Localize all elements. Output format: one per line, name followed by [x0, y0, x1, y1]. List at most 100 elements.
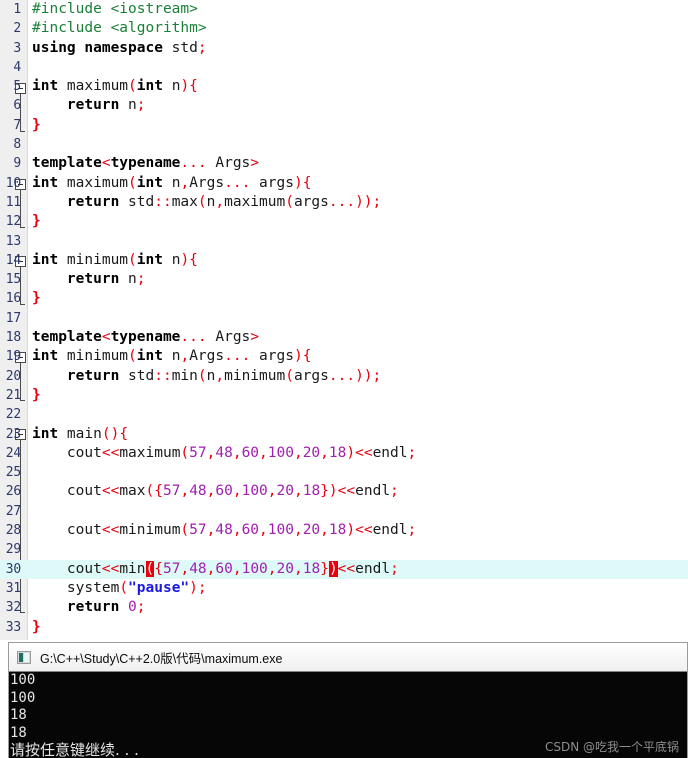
line-number: 28 — [5, 523, 21, 539]
code-line: 17 — [0, 309, 688, 328]
line-number: 20 — [5, 368, 21, 384]
code-line: 2 #include <algorithm> — [0, 19, 688, 38]
line-number: 19 — [5, 349, 21, 365]
line-number: 2 — [13, 21, 21, 37]
line-content: } — [32, 213, 41, 230]
line-content: using namespace std; — [32, 39, 207, 56]
line-number: 18 — [5, 330, 21, 346]
line-number: 1 — [13, 2, 21, 17]
code-line: 25 — [0, 463, 688, 482]
line-number: 31 — [5, 580, 21, 596]
line-content: #include <algorithm> — [32, 20, 207, 37]
line-content: } — [32, 386, 41, 403]
code-line: 31 system("pause"); — [0, 579, 688, 598]
line-number: 8 — [13, 137, 21, 153]
bracket-match-close: ) — [328, 560, 338, 577]
line-number: 23 — [5, 426, 21, 442]
screenshot-root: 1 #include <iostream> 2 #include <algorith… — [0, 0, 688, 758]
code-line: 21} — [0, 386, 688, 405]
code-line: 26 cout<<max({57,48,60,100,20,18})<<endl… — [0, 482, 688, 501]
console-title-text: G:\C++\Study\C++2.0版\代码\maximum.exe — [40, 651, 283, 666]
console-output[interactable]: 100 100 18 18 请按任意键继续. . . CSDN @吃我一个平底锅 — [9, 672, 687, 758]
line-content: int minimum(int n,Args... args){ — [32, 348, 312, 365]
code-lines[interactable]: 1 #include <iostream> 2 #include <algorith… — [0, 0, 688, 640]
line-number: 33 — [5, 619, 21, 635]
code-line: 28 cout<<minimum(57,48,60,100,20,18)<<en… — [0, 521, 688, 540]
code-line: 10 int maximum(int n,Args... args){ — [0, 174, 688, 193]
code-line: 23 int main(){ — [0, 425, 688, 444]
line-content: cout<<maximum(57,48,60,100,20,18)<<endl; — [32, 444, 417, 461]
csdn-watermark: CSDN @吃我一个平底锅 — [544, 740, 679, 754]
code-line: 14 int minimum(int n){ — [0, 251, 688, 270]
line-number: 24 — [5, 445, 21, 461]
line-number: 25 — [5, 465, 21, 481]
line-number: 16 — [5, 291, 21, 307]
line-number: 6 — [13, 98, 21, 114]
code-line: 15 return n; — [0, 270, 688, 289]
line-content: cout<<minimum(57,48,60,100,20,18)<<endl; — [32, 522, 417, 539]
console-title-bar[interactable]: G:\C++\Study\C++2.0版\代码\maximum.exe — [9, 643, 687, 672]
line-content: template<typename... Args> — [32, 155, 260, 172]
code-line: 8 — [0, 135, 688, 154]
line-content: template<typename... Args> — [32, 329, 260, 346]
code-line: 3 using namespace std; — [0, 39, 688, 58]
code-line: 22 — [0, 405, 688, 424]
code-line: 16} — [0, 289, 688, 308]
line-number: 14 — [5, 252, 21, 268]
line-content: } — [32, 116, 41, 133]
line-content: int minimum(int n){ — [32, 251, 198, 268]
line-number: 5 — [13, 79, 21, 95]
line-number: 9 — [13, 156, 21, 172]
console-output-line: 18 — [10, 707, 27, 723]
code-editor[interactable]: 1 #include <iostream> 2 #include <algorith… — [0, 0, 688, 640]
line-number: 30 — [5, 561, 21, 577]
code-line: 24 cout<<maximum(57,48,60,100,20,18)<<en… — [0, 444, 688, 463]
console-output-line: 100 — [10, 689, 36, 706]
line-number: 13 — [5, 233, 21, 249]
console-app-icon — [17, 650, 31, 664]
code-line: 9 template<typename... Args> — [0, 154, 688, 173]
editor-background-sliver — [0, 642, 8, 758]
line-content: return std::max(n,maximum(args...)); — [66, 193, 382, 210]
line-number: 15 — [5, 272, 21, 288]
line-content: } — [32, 290, 41, 307]
line-number: 11 — [5, 194, 21, 210]
code-line: 5 int maximum(int n){ — [0, 77, 688, 96]
code-line: 32 return 0; — [0, 598, 688, 617]
line-content: int main(){ — [32, 425, 129, 442]
code-line: 18 template<typename... Args> — [0, 328, 688, 347]
console-output-line: 100 — [10, 672, 36, 688]
code-line: 29 — [0, 540, 688, 559]
code-line: 11 return std::max(n,maximum(args...)); — [0, 193, 688, 212]
code-line-active[interactable]: 30 cout<<min({57,48,60,100,20,18})<<endl… — [0, 559, 688, 579]
line-number: 26 — [5, 484, 21, 500]
line-number: 32 — [5, 600, 21, 616]
line-number: 27 — [5, 503, 21, 519]
code-line: 1 #include <iostream> — [0, 0, 688, 19]
line-number: 3 — [13, 40, 21, 56]
code-line: 4 — [0, 58, 688, 77]
line-content: return std::min(n,minimum(args...)); — [66, 367, 382, 384]
line-content: system("pause"); — [32, 579, 207, 596]
line-number: 17 — [5, 310, 21, 326]
line-content: int maximum(int n,Args... args){ — [32, 174, 312, 191]
code-line: 13 — [0, 232, 688, 251]
line-content: return n; — [66, 97, 146, 114]
bracket-match-open: ( — [145, 560, 155, 577]
line-content: cout<<max({57,48,60,100,20,18})<<endl; — [32, 483, 399, 500]
line-content: return n; — [66, 271, 146, 288]
line-number: 29 — [5, 542, 21, 558]
line-number: 21 — [5, 387, 21, 403]
line-number: 4 — [13, 59, 21, 75]
line-content: #include <iostream> — [32, 1, 198, 17]
line-number: 12 — [5, 214, 21, 230]
line-content: } — [32, 618, 41, 635]
code-line: 7} — [0, 116, 688, 135]
code-line: 20 return std::min(n,minimum(args...)); — [0, 367, 688, 386]
code-line: 6 return n; — [0, 96, 688, 115]
line-number: 10 — [5, 175, 21, 191]
code-line: 12} — [0, 212, 688, 231]
console-window[interactable]: G:\C++\Study\C++2.0版\代码\maximum.exe 100 … — [8, 642, 688, 758]
line-number: 7 — [13, 117, 21, 133]
line-content: return 0; — [66, 599, 146, 616]
